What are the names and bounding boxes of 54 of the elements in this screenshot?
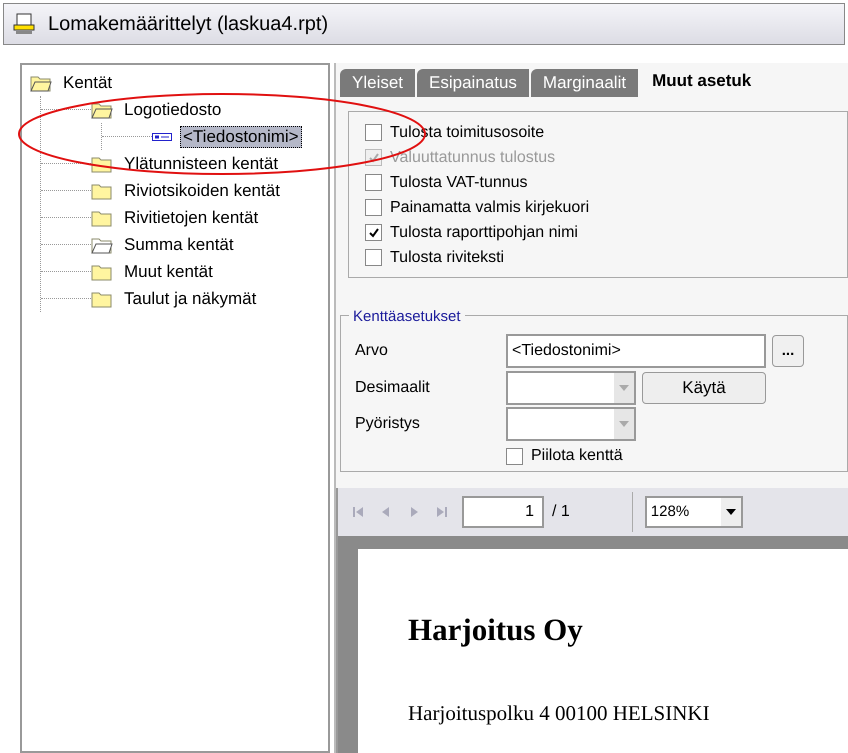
field-label: Arvo — [355, 341, 389, 361]
folder-icon — [91, 208, 113, 226]
zoom-dropdown[interactable]: 128% — [644, 496, 743, 528]
option-label: Tulosta raporttipohjan nimi — [390, 222, 578, 242]
option-label: Painamatta valmis kirjekuori — [390, 198, 590, 218]
checkbox[interactable] — [365, 249, 382, 266]
dropdown-arrow-icon — [619, 421, 629, 427]
tree-item[interactable]: Summa kentät — [121, 234, 237, 256]
open-folder-icon — [30, 74, 52, 92]
tree-item[interactable]: Logotiedosto — [121, 98, 224, 120]
field-label: Pyöristys — [355, 414, 421, 434]
right-arrow-icon[interactable] — [434, 505, 450, 519]
checkbox[interactable] — [365, 124, 382, 141]
checkbox[interactable] — [506, 448, 523, 464]
page-field[interactable]: 1 — [462, 496, 544, 528]
dropdown[interactable] — [506, 371, 636, 405]
dropdown[interactable] — [506, 407, 636, 441]
value-field[interactable]: <Tiedostonimi> — [506, 334, 766, 368]
tree-item[interactable]: Riviotsikoiden kentät — [121, 180, 283, 202]
tab[interactable]: Marginaalit — [530, 69, 638, 97]
page-total: / 1 — [552, 502, 570, 522]
open-folder-icon — [91, 236, 113, 254]
checkbox[interactable] — [365, 224, 382, 241]
checkbox[interactable] — [365, 199, 382, 216]
option-label: Valuuttatunnus tulostus — [390, 148, 556, 168]
tree-item[interactable]: Rivitietojen kentät — [121, 206, 262, 228]
open-folder-icon — [91, 100, 113, 118]
field-icon — [152, 132, 172, 140]
dropdown-arrow-icon — [619, 385, 629, 391]
company-name: Harjoitus Oy — [408, 611, 584, 649]
tree-item[interactable]: Muut kentät — [121, 260, 216, 282]
field-label: Desimaalit — [355, 378, 431, 398]
check-icon — [368, 226, 380, 238]
left-arrow-icon[interactable] — [350, 505, 366, 519]
tab[interactable]: Esipainatus — [417, 69, 529, 97]
checkbox[interactable] — [365, 174, 382, 191]
option-label: Piilota kenttä — [531, 446, 623, 466]
tree-item[interactable]: Kentät — [60, 72, 116, 94]
window-title: Lomakemäärittelyt (laskua4.rpt) — [48, 12, 328, 37]
apply-button[interactable]: Käytä — [642, 372, 766, 404]
folder-icon — [91, 262, 113, 280]
tree-item[interactable]: Ylätunnisteen kentät — [121, 152, 282, 174]
dropdown-arrow-icon — [726, 509, 736, 515]
option-label: Tulosta riviteksti — [390, 248, 504, 268]
folder-icon — [91, 182, 113, 200]
tree-item[interactable]: Taulut ja näkymät — [121, 288, 260, 310]
printer-icon — [12, 12, 36, 36]
option-label: Tulosta VAT-tunnus — [390, 172, 528, 192]
check-icon — [368, 152, 380, 164]
tab[interactable]: Yleiset — [340, 69, 416, 97]
browse-button[interactable]: ... — [772, 335, 804, 367]
company-address: Harjoituspolku 4 00100 HELSINKI — [408, 700, 711, 726]
tree-item[interactable]: <Tiedostonimi> — [180, 126, 302, 148]
folder-icon — [91, 290, 113, 308]
